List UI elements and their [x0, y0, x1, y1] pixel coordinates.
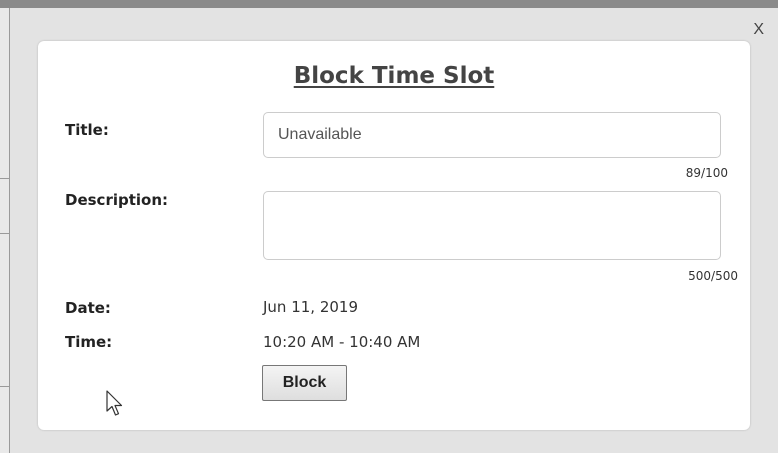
title-input[interactable] — [263, 112, 721, 158]
title-label: Title: — [65, 121, 109, 139]
time-value: 10:20 AM - 10:40 AM — [263, 333, 421, 351]
date-value: Jun 11, 2019 — [263, 298, 359, 316]
mouse-pointer-icon — [106, 390, 123, 416]
description-char-counter: 500/500 — [688, 269, 738, 283]
dialog-title: Block Time Slot — [293, 63, 495, 89]
description-input[interactable] — [263, 191, 721, 260]
background-page-edge — [0, 8, 10, 453]
description-label: Description: — [65, 191, 169, 209]
title-char-counter: 89/100 — [685, 166, 728, 180]
block-time-slot-dialog: Block Time Slot Title: 89/100 Descriptio… — [38, 41, 750, 430]
time-label: Time: — [65, 333, 113, 351]
background-divider — [0, 386, 9, 387]
window-top-border — [0, 0, 778, 8]
date-label: Date: — [65, 299, 111, 317]
background-divider — [0, 233, 9, 234]
close-icon[interactable]: X — [753, 22, 764, 38]
background-divider — [0, 178, 9, 179]
block-button[interactable]: Block — [262, 365, 347, 401]
